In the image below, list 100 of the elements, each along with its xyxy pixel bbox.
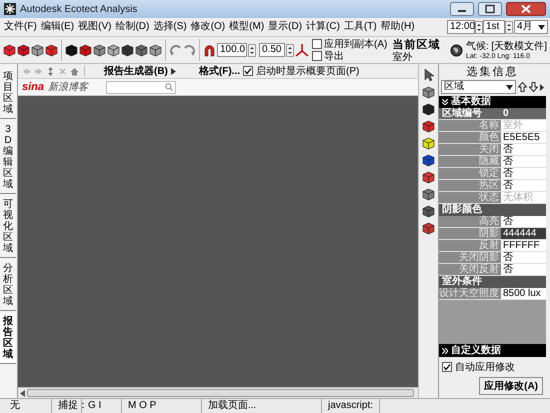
cube-icon[interactable] [121, 44, 134, 56]
maximize-icon[interactable] [478, 2, 502, 16]
side-tab[interactable]: 3D编辑区域 [0, 121, 16, 194]
apply-copy-checkbox[interactable] [312, 39, 322, 49]
cube-icon[interactable] [65, 44, 78, 56]
menu-item[interactable]: 显示(D) [266, 19, 304, 35]
globe-icon[interactable] [450, 44, 463, 56]
day-field[interactable]: 1st [483, 20, 505, 34]
down-arrow-icon[interactable] [529, 82, 538, 92]
app-logo-icon [4, 3, 16, 15]
property-value[interactable]: FFFFFF [501, 240, 546, 251]
magnet-icon[interactable] [203, 44, 216, 56]
close-icon[interactable] [506, 2, 546, 16]
property-value[interactable]: 否 [501, 144, 546, 155]
cube-icon[interactable] [107, 44, 120, 56]
property-value[interactable]: 否 [501, 156, 546, 167]
menu-item[interactable]: 模型(M) [227, 19, 266, 35]
cube-icon[interactable] [17, 44, 30, 56]
cube-icon[interactable] [45, 44, 58, 56]
caret-icon [506, 84, 513, 90]
cube-icon[interactable] [422, 188, 435, 201]
submenu-arrow-icon[interactable] [540, 84, 544, 90]
cube-icon[interactable] [93, 44, 106, 56]
minimize-icon[interactable] [450, 2, 474, 16]
property-label: 区域编号 [439, 108, 501, 119]
menu-item[interactable]: 计算(C) [304, 19, 342, 35]
custom-data-header[interactable]: 自定义数据 [439, 344, 546, 357]
spinner-icon[interactable] [248, 44, 256, 56]
property-label: 关闭 [439, 144, 501, 155]
search-icon [165, 83, 174, 91]
zoom-field[interactable]: 100.0 [217, 43, 247, 57]
expand-icon [442, 348, 448, 354]
property-label: 关闭阴影 [439, 252, 501, 263]
cube-icon[interactable] [422, 86, 435, 99]
menu-item[interactable]: 工具(T) [342, 19, 379, 35]
menu-item[interactable]: 选择(S) [151, 19, 189, 35]
climate-file-label: 气候: [天数模文件] [466, 40, 547, 53]
time-field[interactable]: 12:00 [447, 20, 475, 34]
property-label: 锁定 [439, 168, 501, 179]
home-icon[interactable] [70, 66, 79, 76]
auto-apply-checkbox[interactable] [442, 362, 452, 372]
cube-icon[interactable] [422, 103, 435, 116]
cursor-icon[interactable] [422, 68, 434, 82]
property-value[interactable]: 0 [501, 108, 546, 119]
side-tab[interactable]: 分析区域 [0, 260, 16, 311]
cube-icon[interactable] [3, 44, 16, 56]
section-header[interactable]: 基本数据 [439, 96, 546, 108]
cube-icon[interactable] [422, 205, 435, 218]
submenu-arrow-icon[interactable] [170, 68, 176, 74]
cube-icon[interactable] [79, 44, 92, 56]
section-header[interactable]: 室外条件 [439, 276, 546, 288]
cube-icon[interactable] [422, 154, 435, 167]
refresh-icon[interactable] [46, 66, 55, 76]
cube-icon[interactable] [149, 44, 162, 56]
month-dropdown[interactable]: 4月 [514, 20, 548, 34]
menu-item[interactable]: 帮助(H) [378, 19, 417, 35]
property-value[interactable]: 否 [501, 264, 546, 275]
property-value[interactable]: 否 [501, 216, 546, 227]
cube-icon[interactable] [422, 137, 435, 150]
zone-title: 当前区域 [392, 38, 440, 52]
property-label: 隐藏 [439, 156, 501, 167]
section-header[interactable]: 阴影颜色 [439, 204, 546, 216]
side-tab[interactable]: 可视化区域 [0, 196, 16, 258]
menu-item[interactable]: 文件(F) [2, 19, 39, 35]
status-text: 加载页面... [202, 399, 322, 413]
search-field[interactable] [106, 80, 176, 94]
undo-icon[interactable] [169, 44, 182, 56]
property-value[interactable]: 444444 [501, 228, 546, 239]
show-summary-checkbox[interactable] [243, 66, 253, 76]
property-value[interactable]: 否 [501, 168, 546, 179]
cube-icon[interactable] [135, 44, 148, 56]
cube-icon[interactable] [422, 171, 435, 184]
redo-icon[interactable] [183, 44, 196, 56]
property-value[interactable]: E5E5E5 [501, 132, 546, 143]
export-checkbox[interactable] [312, 51, 322, 61]
menu-item[interactable]: 修改(O) [188, 19, 228, 35]
side-tab[interactable]: 报告区域 [0, 313, 16, 364]
cube-icon[interactable] [422, 120, 435, 133]
side-tab[interactable]: 项目区域 [0, 68, 16, 119]
property-value[interactable]: 否 [501, 252, 546, 263]
format-menu[interactable]: 格式(F)... [198, 64, 240, 78]
menu-item[interactable]: 绘制(D) [113, 19, 152, 35]
spinner-icon[interactable] [475, 20, 483, 34]
horizontal-scrollbar[interactable] [18, 387, 418, 398]
cube-icon[interactable] [422, 222, 435, 235]
property-value[interactable]: 否 [501, 180, 546, 191]
site-name: 新浪博客 [48, 80, 88, 94]
spinner-icon[interactable] [505, 20, 513, 34]
scroll-left-icon [20, 390, 25, 396]
axes-icon[interactable] [295, 43, 309, 57]
property-value[interactable]: 8500 lux [501, 288, 546, 299]
step-field[interactable]: 0.50 [259, 43, 285, 57]
selection-type-dropdown[interactable]: 区域 [441, 80, 516, 94]
menu-item[interactable]: 视图(V) [76, 19, 114, 35]
report-generator-menu[interactable]: 报告生成器(B) [104, 64, 168, 78]
up-arrow-icon[interactable] [518, 82, 527, 92]
menu-item[interactable]: 编辑(E) [38, 19, 76, 35]
apply-changes-button[interactable]: 应用修改(A) [479, 377, 543, 395]
cube-icon[interactable] [31, 44, 44, 56]
spinner-icon[interactable] [286, 44, 294, 56]
